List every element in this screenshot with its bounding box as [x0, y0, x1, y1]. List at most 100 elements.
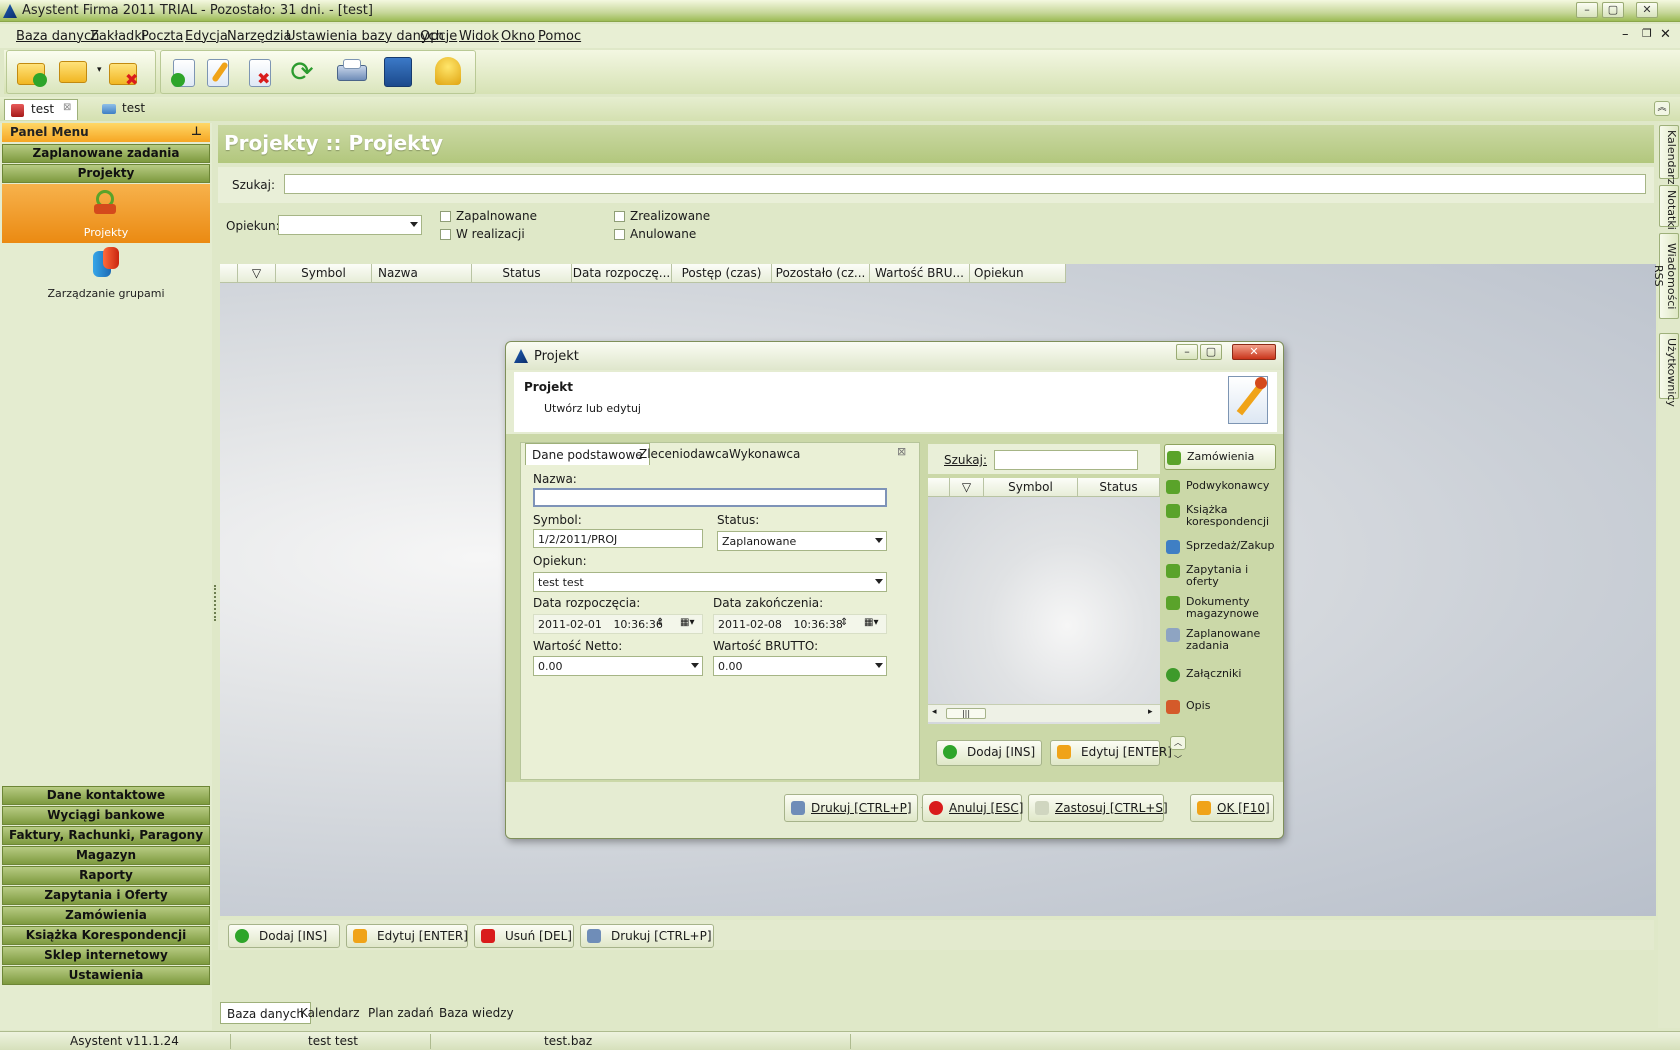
side-tab-uzytkownicy[interactable]: Użytkownicy [1659, 333, 1679, 407]
related-edit-button[interactable]: Edytuj [ENTER] [1050, 740, 1172, 766]
side-tab-rss[interactable]: Wiadomości RSS [1652, 233, 1679, 319]
maximize-button[interactable]: ▢ [1602, 2, 1624, 18]
group-ksiazka-korespondencji[interactable]: Książka Korespondencji [2, 926, 210, 945]
group-zaplanowane-zadania[interactable]: Zaplanowane zadania [2, 144, 210, 163]
dialog-close-button[interactable]: ✕ [1232, 344, 1276, 360]
start-date-picker[interactable]: 2011-02-01 10:36:36 ⇕ ▦▾ [533, 614, 703, 634]
dialog-ok-button[interactable]: OK [F10] [1190, 794, 1274, 822]
search-input[interactable] [284, 174, 1646, 194]
menu-poczta[interactable]: Poczta [141, 29, 183, 44]
grid-filter-header[interactable]: ▽ [238, 264, 276, 283]
menu-baza-danych[interactable]: Baza danych [16, 29, 99, 44]
minimize-button[interactable]: – [1576, 2, 1598, 18]
nav-item-zarzadzanie-grupami[interactable]: Zarządzanie grupami [2, 245, 210, 303]
tab-plan-zadan[interactable]: Plan zadań [368, 1006, 434, 1020]
group-faktury[interactable]: Faktury, Rachunki, Paragony [2, 826, 210, 845]
print-button[interactable] [335, 55, 369, 89]
group-dane-kontaktowe[interactable]: Dane kontaktowe [2, 786, 210, 805]
group-zamowienia[interactable]: Zamówienia [2, 906, 210, 925]
filter-checkbox-w-realizacji[interactable] [440, 229, 451, 240]
add-button[interactable]: Dodaj [INS] [228, 924, 340, 948]
menu-edycja[interactable]: Edycja [185, 29, 228, 44]
nav-ksiazka-korespondencji[interactable]: Książka korespondencji [1164, 504, 1269, 532]
dialog-print-button[interactable]: Drukuj [CTRL+P]▾ [784, 794, 926, 822]
collapse-icon[interactable]: ︽ [1654, 101, 1670, 116]
spin-icon[interactable]: ⇕ [840, 617, 848, 628]
column-header[interactable]: Pozostało (cz... [772, 264, 870, 283]
column-header[interactable]: Opiekun [970, 264, 1066, 283]
opiekun-select[interactable] [278, 215, 422, 235]
open-database-button[interactable] [57, 55, 91, 89]
edit-button[interactable]: Edytuj [ENTER] [346, 924, 468, 948]
related-add-button[interactable]: Dodaj [INS] [936, 740, 1042, 766]
tab-kalendarz[interactable]: Kalendarz [300, 1006, 360, 1020]
dropdown-arrow-icon[interactable]: ▾ [97, 65, 102, 75]
brutto-input[interactable]: 0.00 [713, 656, 887, 676]
dialog-minimize-button[interactable]: – [1176, 344, 1198, 360]
netto-input[interactable]: 0.00 [533, 656, 703, 676]
calendar-icon[interactable]: ▦▾ [680, 617, 694, 628]
column-header[interactable]: Symbol [984, 478, 1078, 497]
nazwa-input[interactable] [533, 488, 887, 507]
group-zapytania-oferty[interactable]: Zapytania i Oferty [2, 886, 210, 905]
mdi-close-icon[interactable]: ✕ [1660, 27, 1671, 42]
nav-zaplanowane-zadania[interactable]: Zaplanowane zadania [1164, 628, 1260, 656]
menu-narzedzia[interactable]: Narzędzia [227, 29, 292, 44]
mdi-restore-icon[interactable]: ❐ [1642, 27, 1652, 40]
calendar-icon[interactable]: ▦▾ [864, 617, 878, 628]
filter-checkbox-zaplanowane[interactable] [440, 211, 451, 222]
new-database-button[interactable] [15, 55, 49, 89]
column-header[interactable]: Symbol [276, 264, 372, 283]
symbol-input[interactable]: 1/2/2011/PROJ [533, 529, 703, 548]
scroll-right-icon[interactable]: ▸ [1148, 707, 1153, 717]
mdi-minimize-icon[interactable]: – [1622, 27, 1629, 42]
calculator-button[interactable] [381, 55, 415, 89]
nav-podwykonawcy[interactable]: Podwykonawcy [1164, 480, 1276, 494]
related-search-input[interactable] [994, 450, 1138, 470]
column-header[interactable]: Wartość BRU... [870, 264, 970, 283]
nav-item-projekty[interactable]: Projekty [2, 184, 210, 243]
horizontal-scrollbar[interactable]: ◂ ||| ▸ [928, 704, 1160, 722]
tab-zleceniodawca[interactable]: Zleceniodawca [633, 443, 735, 465]
refresh-button[interactable]: ⟳ [285, 55, 319, 89]
delete-button[interactable]: Usuń [DEL] [474, 924, 574, 948]
tab-dane-podstawowe[interactable]: Dane podstawowe [525, 443, 650, 465]
menu-zakladki[interactable]: Zakładki [90, 29, 145, 44]
tab-wykonawca[interactable]: Wykonawca [723, 443, 806, 465]
column-header[interactable]: Nazwa [372, 264, 472, 283]
grid-filter-header[interactable]: ▽ [950, 478, 984, 497]
tab-baza-danych[interactable]: Baza danych [220, 1002, 311, 1024]
menu-widok[interactable]: Widok [459, 29, 499, 44]
nav-sprzedaz-zakup[interactable]: Sprzedaż/Zakup [1164, 540, 1276, 554]
print-button[interactable]: Drukuj [CTRL+P] [580, 924, 714, 948]
opiekun-select[interactable]: test test [533, 572, 887, 592]
column-header[interactable]: Postęp (czas) [672, 264, 772, 283]
scroll-thumb[interactable]: ||| [946, 708, 986, 719]
menu-opcje[interactable]: Opcje [420, 29, 457, 44]
edit-record-button[interactable] [201, 55, 235, 89]
spin-icon[interactable]: ⇕ [656, 617, 664, 628]
nav-zalaczniki[interactable]: Załączniki [1164, 668, 1276, 682]
scroll-left-icon[interactable]: ◂ [932, 707, 937, 717]
tab-baza-wiedzy[interactable]: Baza wiedzy [439, 1006, 514, 1020]
reminder-button[interactable] [431, 55, 465, 89]
add-record-button[interactable] [167, 55, 201, 89]
group-ustawienia[interactable]: Ustawienia [2, 966, 210, 985]
filter-checkbox-anulowane[interactable] [614, 229, 625, 240]
side-tab-kalendarz[interactable]: Kalendarz [1659, 125, 1679, 185]
scroll-up-icon[interactable]: ︿ [1170, 736, 1186, 750]
column-header[interactable]: Status [1078, 478, 1160, 497]
status-select[interactable]: Zaplanowane [717, 531, 887, 551]
tab-close-icon[interactable]: ⊠ [63, 102, 71, 113]
column-header[interactable]: Status [472, 264, 572, 283]
group-projekty[interactable]: Projekty [2, 164, 210, 183]
delete-record-button[interactable]: ✖ [243, 55, 277, 89]
tab-close-icon[interactable]: ⊠ [897, 445, 906, 458]
group-magazyn[interactable]: Magazyn [2, 846, 210, 865]
doc-tab-active[interactable]: test ⊠ [4, 99, 78, 120]
close-database-button[interactable]: ✖ [107, 55, 141, 89]
close-button[interactable]: ✕ [1636, 2, 1658, 18]
dialog-cancel-button[interactable]: Anuluj [ESC] [922, 794, 1023, 822]
group-raporty[interactable]: Raporty [2, 866, 210, 885]
group-wyciagi-bankowe[interactable]: Wyciągi bankowe [2, 806, 210, 825]
